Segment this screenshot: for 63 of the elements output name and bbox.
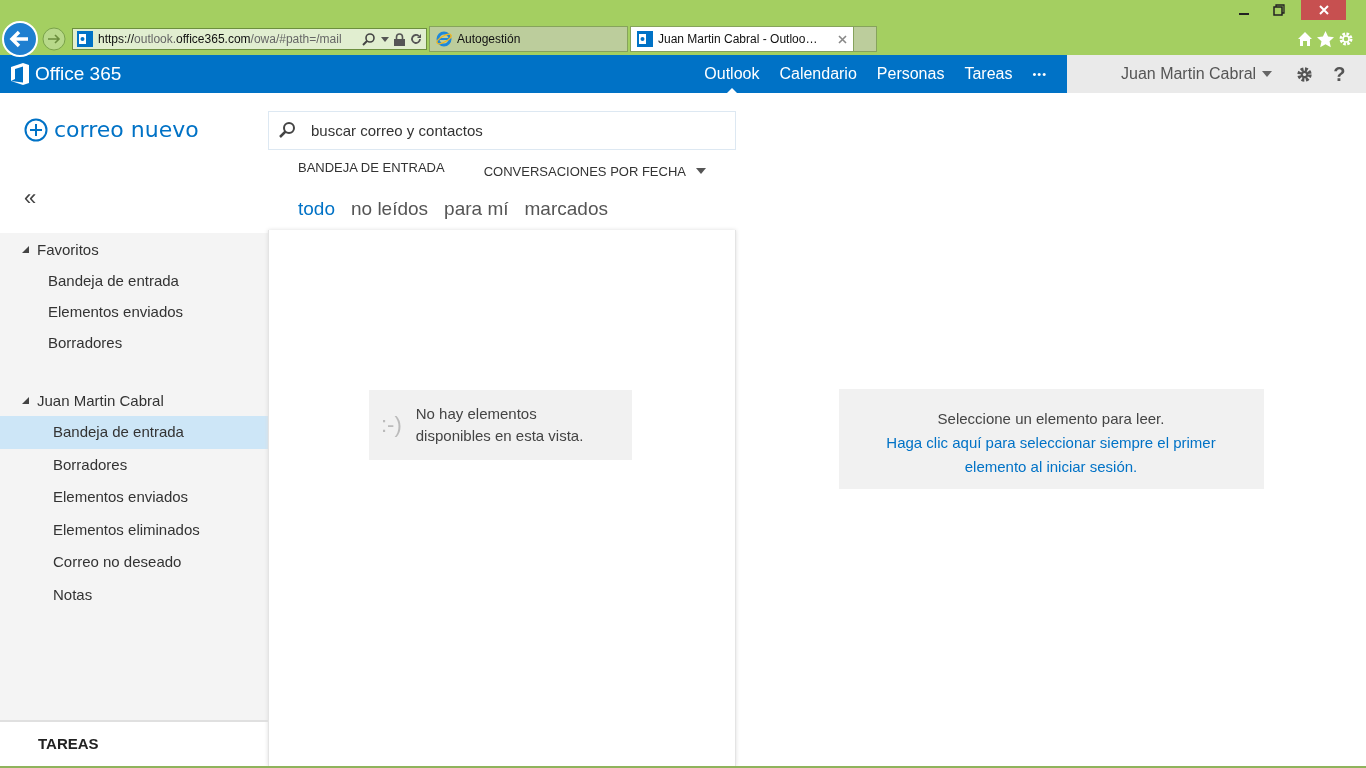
office-icon	[11, 63, 29, 85]
more-button[interactable]: •••	[1022, 55, 1057, 93]
restore-button[interactable]	[1271, 2, 1287, 18]
filter-tab[interactable]: para mí	[444, 198, 509, 230]
lock-icon	[394, 32, 405, 46]
expand-icon[interactable]	[22, 396, 29, 404]
address-bar[interactable]: https://outlook.office365.com/owa/#path=/mail	[72, 28, 427, 50]
folder-item[interactable]: Borradores	[0, 448, 268, 481]
outlook-icon	[637, 31, 653, 47]
help-button[interactable]: ?	[1333, 62, 1346, 86]
filter-tab[interactable]: marcados	[524, 198, 608, 230]
select-first-link[interactable]: Haga clic aquí para seleccionar siempre el primer elemento al iniciar sesión.	[858, 431, 1244, 479]
collapse-button[interactable]: «	[24, 189, 37, 206]
close-icon[interactable]	[838, 34, 847, 44]
folder-item[interactable]: Bandeja de entrada	[0, 265, 268, 296]
filter-tab[interactable]: no leídos	[351, 198, 429, 230]
folder-group[interactable]: Favoritos	[0, 233, 268, 265]
search-icon	[278, 121, 296, 139]
caret-icon	[696, 168, 706, 174]
nav-link[interactable]: Personas	[866, 55, 955, 93]
add-icon	[24, 117, 48, 142]
folder-item[interactable]: Notas	[0, 578, 268, 611]
browser-tab[interactable]: Autogestión	[429, 26, 628, 52]
user-menu[interactable]: Juan Martin Cabral	[1121, 65, 1273, 83]
tasks-link[interactable]: TAREAS	[0, 720, 268, 766]
folder-item[interactable]: Elementos enviados	[0, 481, 268, 514]
url-text: /owa/#path=/mail	[250, 32, 342, 46]
caret-icon[interactable]	[381, 36, 389, 42]
folder-item[interactable]: Borradores	[0, 327, 268, 358]
nav-link[interactable]: Tareas	[954, 55, 1023, 93]
office-logo[interactable]: Office 365	[0, 55, 122, 93]
settings-icon[interactable]	[1296, 65, 1314, 83]
new-mail-button[interactable]: correo nuevo	[24, 117, 199, 142]
url-text: office365.com	[176, 32, 251, 46]
folder-item[interactable]: Correo no deseado	[0, 546, 268, 579]
url-text: outlook.	[134, 32, 177, 46]
folder-title: BANDEJA DE ENTRADA	[298, 160, 445, 177]
globe-icon	[436, 31, 452, 47]
folder-group-label: Juan Martin Cabral	[37, 391, 164, 409]
reading-message: Seleccione un elemento para leer.	[936, 409, 1166, 429]
filter-tab[interactable]: todo	[298, 198, 335, 230]
outlook-icon	[77, 31, 93, 47]
refresh-icon[interactable]	[410, 33, 422, 45]
empty-message: No hay elementos disponibles en esta vista.	[415, 404, 585, 446]
sort-dropdown[interactable]: CONVERSACIONES POR FECHA	[483, 160, 706, 182]
search-icon[interactable]	[362, 32, 376, 46]
nav-link[interactable]: Outlook	[694, 55, 770, 93]
browser-tab[interactable]: Juan Martin Cabral - Outloo…	[630, 26, 854, 52]
expand-icon[interactable]	[22, 245, 29, 253]
folder-item[interactable]: Elementos eliminados	[0, 513, 268, 546]
nav-link[interactable]: Calendario	[769, 55, 867, 93]
close-button[interactable]	[1301, 0, 1346, 20]
caret-icon	[1262, 71, 1273, 77]
folder-item[interactable]: Bandeja de entrada	[0, 416, 268, 449]
folder-item[interactable]: Elementos enviados	[0, 296, 268, 327]
url-text: https://	[98, 32, 135, 46]
search-field[interactable]: buscar correo y contactos	[268, 111, 736, 150]
folder-group[interactable]: Juan Martin Cabral	[0, 384, 268, 416]
smiley-text: :-)	[381, 412, 402, 438]
close-icon	[1317, 4, 1330, 16]
star-icon[interactable]	[1317, 30, 1334, 48]
back-button[interactable]	[2, 21, 38, 57]
folder-group-label: Favoritos	[37, 240, 99, 258]
